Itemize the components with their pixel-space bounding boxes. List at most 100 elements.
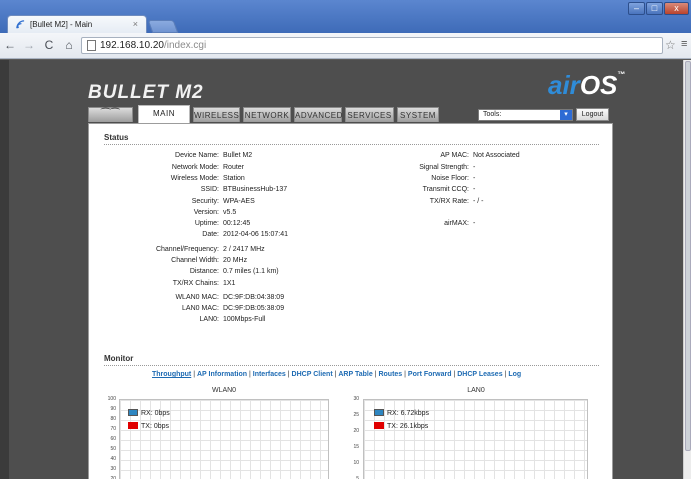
browser-titlebar: [Bullet M2] - Main × – □ x (0, 0, 691, 33)
status-value: WPA-AES (223, 198, 255, 205)
status-label: LAN0: (199, 316, 219, 323)
url-text: 192.168.10.20/index.cgi (100, 40, 207, 51)
link-throughput[interactable]: Throughput (152, 371, 191, 378)
status-label: Network Mode: (171, 164, 219, 171)
status-label: Transmit CCQ: (422, 186, 469, 193)
forward-arrow-icon[interactable]: → (22, 38, 36, 52)
tab-services[interactable]: SERVICES (345, 107, 394, 122)
wlan0-legend-rx: RX: 0bps (128, 409, 170, 417)
back-arrow-icon[interactable]: ← (3, 38, 17, 52)
status-value: DC:9F:DB:04:38:09 (223, 294, 285, 301)
airos-page: BULLET M2 airOS™ ⁀⁀ MAIN WIRELESS NETWOR… (0, 60, 691, 479)
status-value: v5.5 (223, 209, 237, 216)
lan0-legend-rx: RX: 6.72kbps (374, 409, 429, 417)
tools-dropdown-value: Tools: (483, 111, 502, 118)
y-tick-label: 70 (110, 426, 116, 432)
y-tick-label: 50 (110, 446, 116, 452)
tx-swatch (374, 422, 384, 429)
address-bar[interactable]: 192.168.10.20/index.cgi (81, 37, 663, 54)
status-value: - (473, 186, 476, 193)
y-tick-label: 100 (107, 396, 116, 402)
airos-logo: airOS™ (548, 70, 626, 100)
tab-close-icon[interactable]: × (133, 19, 138, 29)
link-arp-table[interactable]: ARP Table (338, 371, 372, 378)
status-value: 20 MHz (223, 257, 248, 264)
status-label: AP MAC: (440, 152, 469, 159)
y-tick-label: 25 (353, 412, 359, 418)
status-label: Version: (193, 209, 219, 216)
status-value: Not Associated (473, 152, 520, 159)
link-interfaces[interactable]: Interfaces (253, 371, 286, 378)
vertical-scrollbar[interactable] (683, 60, 691, 479)
status-label: WLAN0 MAC: (175, 294, 219, 301)
status-label: Wireless Mode: (170, 175, 219, 182)
status-label: TX/RX Rate: (429, 198, 469, 205)
window-minimize-button[interactable]: – (628, 2, 645, 15)
main-content-panel: Status Monitor Throughput | AP Informati… (88, 123, 613, 479)
status-value: Bullet M2 (223, 152, 253, 159)
status-value: - (473, 164, 476, 171)
browser-tab[interactable]: [Bullet M2] - Main × (7, 15, 147, 33)
wifi-favicon-icon (16, 20, 25, 29)
reload-icon[interactable]: C (42, 38, 56, 52)
y-tick-label: 90 (110, 406, 116, 412)
status-label: Date: (202, 231, 219, 238)
status-value: BTBusinessHub-137 (223, 186, 288, 193)
status-value: Station (223, 175, 245, 182)
status-value: 100Mbps-Full (223, 316, 266, 323)
status-divider (104, 144, 599, 145)
ubiquiti-logo-icon: ⁀⁀ (101, 109, 120, 121)
y-tick-label: 20 (353, 428, 359, 434)
wlan0-chart-title: WLAN0 (211, 387, 237, 394)
window-maximize-button[interactable]: □ (646, 2, 663, 15)
tools-dropdown[interactable]: Tools: ▾ (478, 109, 573, 121)
status-value: 2 / 2417 MHz (223, 246, 265, 253)
status-value: - / - (473, 198, 484, 205)
bullet-m2-logo: BULLET M2 (88, 82, 204, 103)
status-label: LAN0 MAC: (182, 305, 219, 312)
y-tick-label: 80 (110, 416, 116, 422)
logout-button[interactable]: Logout (576, 108, 609, 121)
tab-advanced[interactable]: ADVANCED (294, 107, 342, 122)
rx-swatch (128, 409, 138, 416)
lan0-chart-grid: RX: 6.72kbps TX: 26.1kbps (363, 399, 588, 479)
monitor-section-title: Monitor (104, 354, 134, 363)
status-label: Uptime: (194, 220, 219, 227)
status-label: Distance: (189, 268, 219, 275)
home-icon[interactable]: ⌂ (62, 38, 76, 52)
link-routes[interactable]: Routes (378, 371, 402, 378)
link-dhcp-client[interactable]: DHCP Client (292, 371, 333, 378)
monitor-divider (104, 365, 599, 366)
rx-swatch (374, 409, 384, 416)
left-edge (0, 60, 9, 479)
status-label: Device Name: (175, 152, 219, 159)
scrollbar-thumb[interactable] (685, 61, 691, 451)
status-label: Noise Floor: (431, 175, 469, 182)
status-value: 0.7 miles (1.1 km) (223, 268, 279, 275)
status-section-title: Status (104, 133, 129, 142)
link-log[interactable]: Log (508, 371, 521, 378)
tab-wireless[interactable]: WIRELESS (193, 107, 240, 122)
link-ap-information[interactable]: AP Information (197, 371, 247, 378)
window-close-button[interactable]: x (664, 2, 689, 15)
status-value: 00:12:45 (223, 220, 251, 227)
tab-ubiquiti-logo[interactable]: ⁀⁀ (88, 107, 133, 122)
link-dhcp-leases[interactable]: DHCP Leases (457, 371, 502, 378)
new-tab-button[interactable] (147, 20, 179, 33)
y-tick-label: 60 (110, 436, 116, 442)
bookmark-star-icon[interactable]: ☆ (665, 38, 676, 52)
y-tick-label: 30 (353, 396, 359, 402)
tab-network[interactable]: NETWORK (243, 107, 291, 122)
tab-title: [Bullet M2] - Main (30, 20, 93, 29)
tab-main[interactable]: MAIN (138, 105, 190, 123)
menu-icon[interactable]: ≡ (681, 38, 687, 50)
status-value: Router (223, 164, 245, 171)
status-value: DC:9F:DB:05:38:09 (223, 305, 285, 312)
tab-system[interactable]: SYSTEM (397, 107, 439, 122)
status-value: 1X1 (223, 280, 236, 287)
lan0-chart-title: LAN0 (467, 387, 485, 394)
lan0-legend-tx: TX: 26.1kbps (374, 422, 428, 430)
status-label: TX/RX Chains: (172, 280, 219, 287)
monitor-links: Throughput | AP Information | Interfaces… (152, 371, 522, 378)
link-port-forward[interactable]: Port Forward (408, 371, 452, 378)
